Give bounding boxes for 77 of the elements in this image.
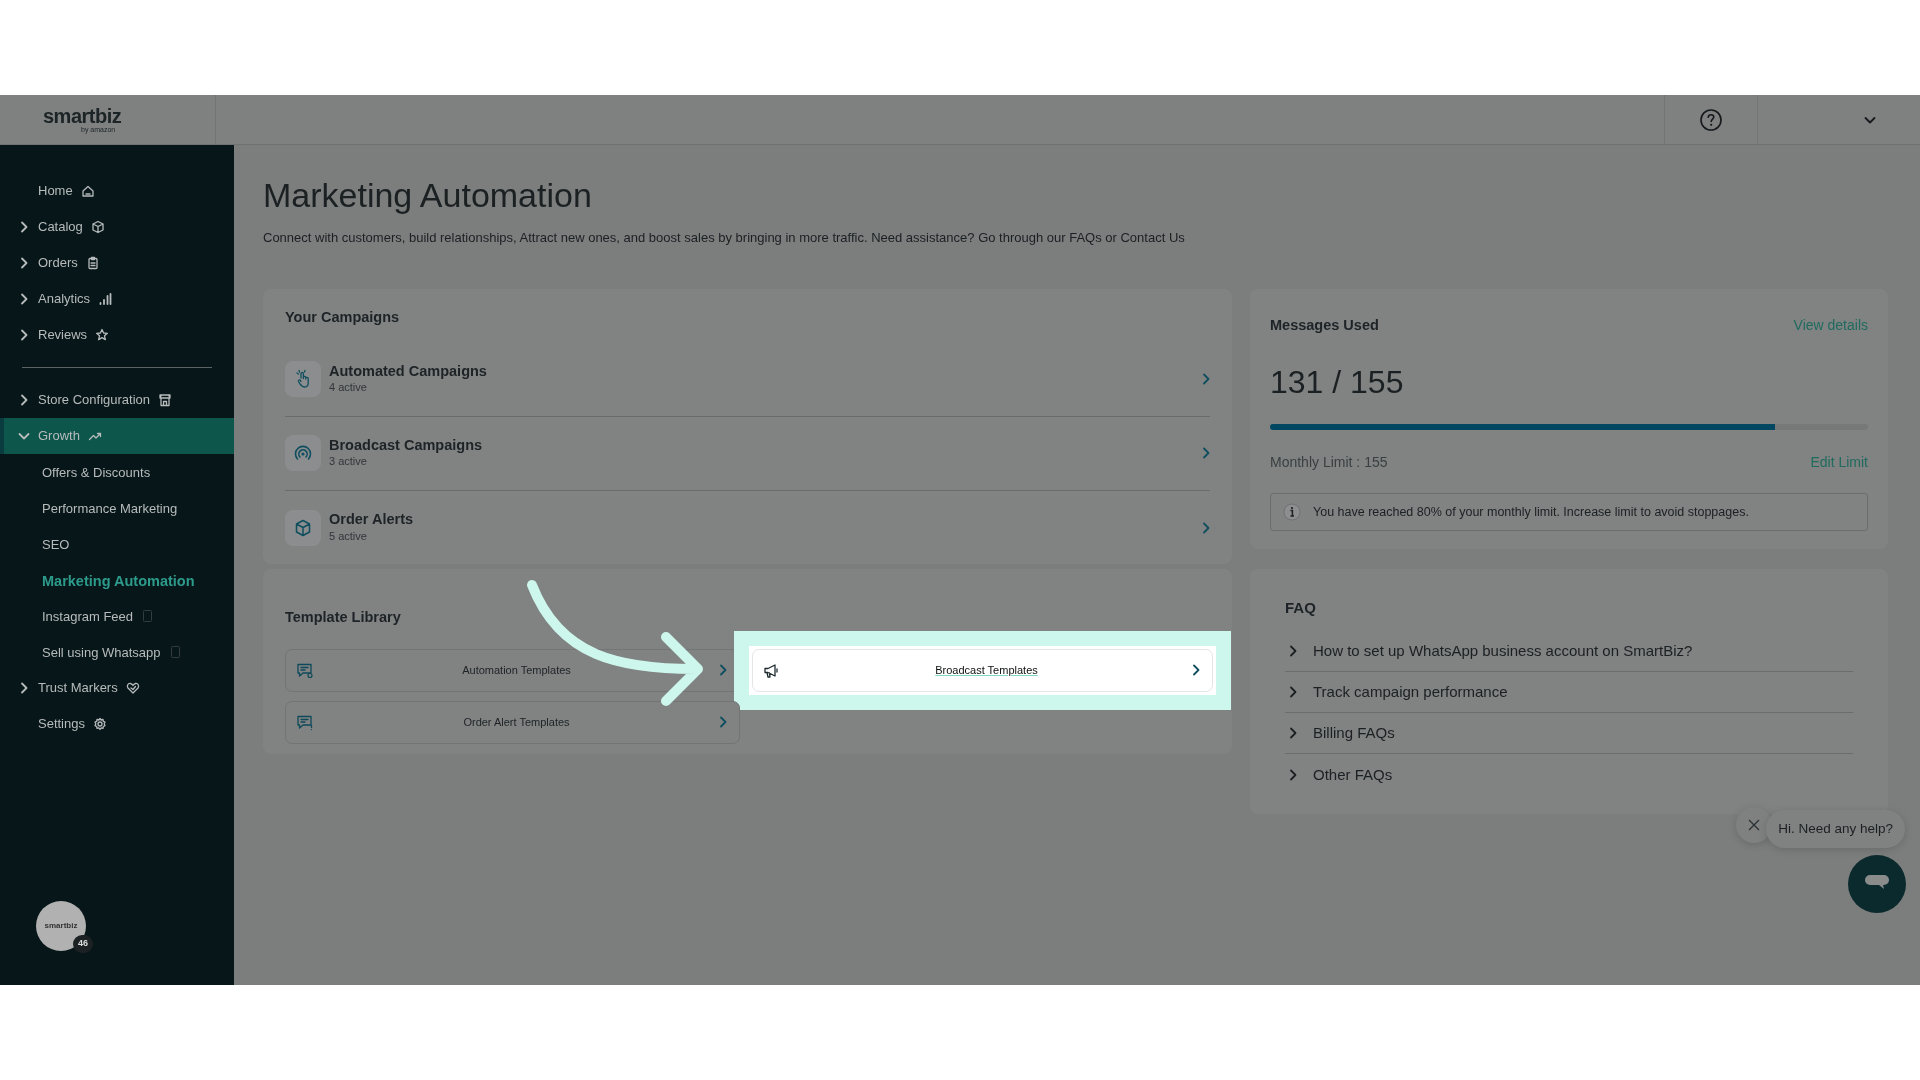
campaign-status: 3 active <box>329 454 368 470</box>
campaign-title: Broadcast Campaigns <box>329 436 483 454</box>
sidebar-item[interactable]: Trust Markers <box>0 670 234 706</box>
faq-item[interactable]: Other FAQs <box>1285 754 1853 796</box>
info-icon <box>1283 503 1301 522</box>
bar-chart-icon <box>98 292 113 306</box>
monthly-limit: Monthly Limit : 155 <box>1270 453 1388 473</box>
usage-count: 131 / 155 <box>1270 363 1405 403</box>
alert-text: You have reached 80% of your monthly limit. Increase limit to avoid stoppages. <box>1313 503 1749 521</box>
square-icon <box>168 645 183 659</box>
page-title: Marketing Automation <box>263 175 593 216</box>
section-title: Messages Used <box>1270 317 1379 335</box>
logo: smartbiz <box>43 106 123 126</box>
chevron-right-icon <box>20 682 28 694</box>
chevron-right-icon <box>20 293 28 305</box>
chevron-right-icon <box>1202 447 1210 460</box>
message-alert-icon <box>296 713 314 731</box>
sidebar-subitem[interactable]: Offers & Discounts <box>0 454 234 490</box>
cube-icon <box>90 220 105 234</box>
help-button[interactable] <box>1699 107 1723 132</box>
sidebar-subitem[interactable]: Sell using Whatsapp <box>0 634 234 670</box>
home-icon <box>80 184 95 198</box>
sidebar-subitem[interactable]: SEO <box>0 526 234 562</box>
campaign-status: 5 active <box>329 528 368 544</box>
chevron-right-icon <box>1202 373 1210 386</box>
chevron-right-icon <box>1289 727 1297 740</box>
chevron-right-icon <box>1289 768 1297 781</box>
chevron-right-icon <box>1202 521 1210 534</box>
faq-item[interactable]: Track campaign performance <box>1285 672 1853 714</box>
section-title: Template Library <box>285 609 402 627</box>
help-icon <box>1699 107 1723 132</box>
campaign-row[interactable]: Broadcast Campaigns 3 active <box>285 416 1210 491</box>
sidebar-item[interactable]: Catalog <box>0 209 234 245</box>
chevron-right-icon <box>20 394 28 406</box>
sidebar-item[interactable]: Reviews <box>0 317 234 353</box>
star-icon <box>95 328 110 342</box>
template-item[interactable]: Order Alert Templates <box>285 700 740 744</box>
template-item[interactable]: Broadcast Templates <box>752 648 1213 692</box>
sidebar-item[interactable]: Home <box>0 173 234 209</box>
chat-button[interactable] <box>1848 855 1906 913</box>
heart-icon <box>125 681 140 695</box>
section-title: Your Campaigns <box>285 309 401 327</box>
settings-icon <box>93 717 107 731</box>
faq-item[interactable]: Billing FAQs <box>1285 713 1853 755</box>
chevron-right-icon <box>20 221 28 233</box>
campaign-title: Order Alerts <box>329 511 414 528</box>
chevron-right-icon <box>1289 645 1297 658</box>
faq-item[interactable]: How to set up WhatsApp business account on SmartBiz? <box>1285 631 1853 673</box>
chevron-down-icon <box>1864 116 1876 125</box>
chevron-right-icon <box>1192 664 1200 677</box>
message-gear-icon <box>296 661 314 679</box>
section-title: FAQ <box>1285 599 1317 618</box>
campaign-row[interactable]: Automated Campaigns 4 active <box>285 342 1210 417</box>
chevron-right-icon <box>1289 686 1297 699</box>
sidebar-item[interactable]: Growth <box>0 418 234 454</box>
chevron-right-icon <box>20 329 28 341</box>
chevron-right-icon <box>719 716 727 729</box>
package-icon <box>293 517 313 538</box>
campaign-title: Automated Campaigns <box>329 362 487 380</box>
count-badge: 46 <box>73 935 93 953</box>
sidebar-subitem[interactable]: Performance Marketing <box>0 490 234 526</box>
sidebar-subitem[interactable]: Marketing Automation <box>0 562 234 598</box>
sidebar-subitem[interactable]: Instagram Feed <box>0 598 234 634</box>
campaign-row[interactable]: Order Alerts 5 active <box>285 490 1210 565</box>
chat-greeting: Hi. Need any help? <box>1766 810 1905 848</box>
sidebar-item[interactable]: Settings <box>0 706 234 742</box>
storefront-icon <box>158 393 172 407</box>
sidebar-item[interactable]: Analytics <box>0 281 234 317</box>
close-icon <box>1748 819 1760 831</box>
clipboard-icon <box>85 256 100 270</box>
chevron-down-icon <box>18 432 30 440</box>
sidebar-item[interactable]: Store Configuration <box>0 382 234 418</box>
sidebar-item[interactable]: Orders <box>0 245 234 281</box>
campaign-status: 4 active <box>329 380 368 396</box>
page-description: Connect with customers, build relationships, Attract new ones, and boost sales by bringing in more traffic. Need assistance? Go through our FAQs or Contact Us <box>263 228 1186 247</box>
chevron-right-icon <box>719 664 727 677</box>
chevron-right-icon <box>20 257 28 269</box>
